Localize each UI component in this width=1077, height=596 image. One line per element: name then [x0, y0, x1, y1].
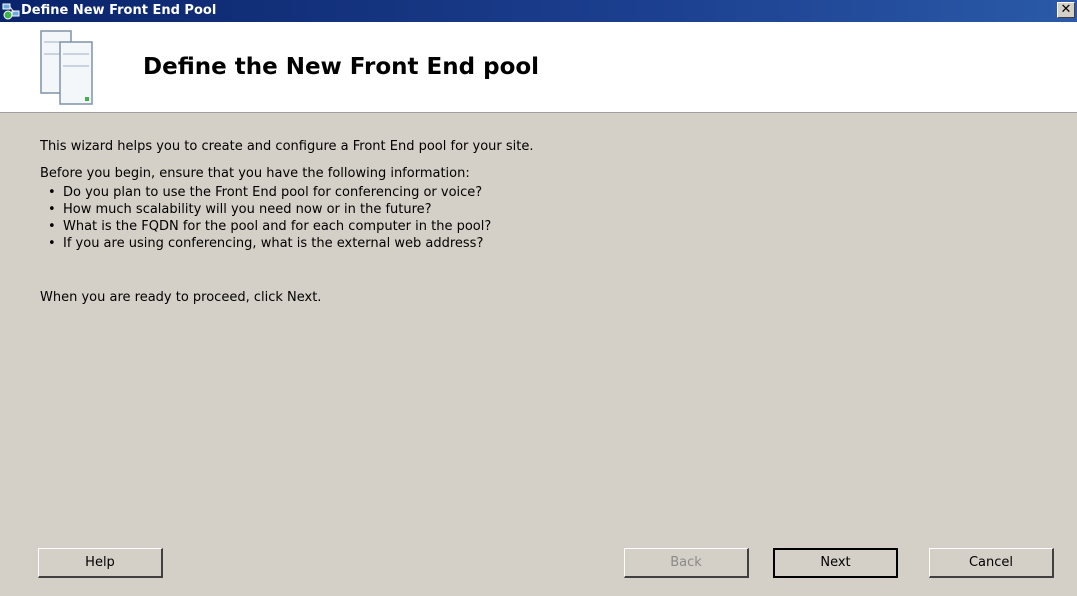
- ready-text: When you are ready to proceed, click Nex…: [40, 290, 322, 305]
- list-item: • Do you plan to use the Front End pool f…: [48, 185, 483, 200]
- close-button[interactable]: ✕: [1057, 2, 1075, 18]
- window-title: Define New Front End Pool: [21, 3, 217, 18]
- wizard-content: This wizard helps you to create and conf…: [40, 138, 1040, 306]
- list-item: • How much scalability will you need now …: [48, 202, 432, 217]
- page-title: Define the New Front End pool: [143, 54, 540, 80]
- before-you-begin-text: Before you begin, ensure that you have t…: [40, 166, 470, 181]
- intro-text: This wizard helps you to create and conf…: [40, 139, 534, 154]
- topology-builder-icon: [2, 2, 20, 20]
- help-button[interactable]: Help: [38, 548, 163, 578]
- server-pool-icon: [38, 28, 98, 106]
- list-item: • If you are using conferencing, what is …: [48, 236, 484, 251]
- cancel-button[interactable]: Cancel: [929, 548, 1054, 578]
- wizard-window: Define New Front End Pool ✕ Define the N…: [0, 0, 1077, 596]
- next-button[interactable]: Next: [773, 548, 898, 578]
- list-item: • What is the FQDN for the pool and for e…: [48, 219, 492, 234]
- wizard-header: Define the New Front End pool: [0, 22, 1077, 113]
- title-bar: Define New Front End Pool ✕: [0, 0, 1077, 22]
- close-icon: ✕: [1060, 2, 1072, 17]
- back-button[interactable]: Back: [624, 548, 749, 578]
- requirements-list: • Do you plan to use the Front End pool f…: [40, 184, 1040, 252]
